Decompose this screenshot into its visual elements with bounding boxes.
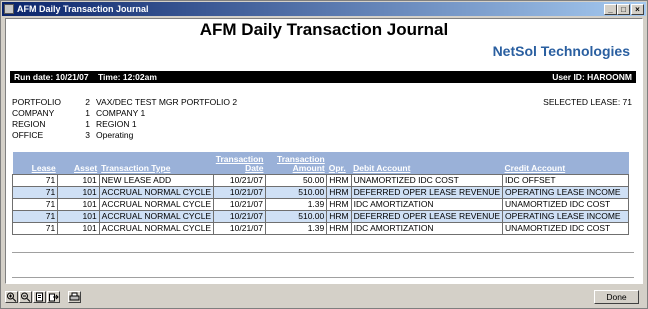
cell-debit-account: UNAMORTIZED IDC COST <box>350 174 504 187</box>
report-title: AFM Daily Transaction Journal <box>199 20 449 39</box>
table-row: 71 101 NEW LEASE ADD 10/21/07 50.00 HRM … <box>11 174 629 187</box>
column-header-transaction-date[interactable]: Transaction Date <box>213 152 266 175</box>
cell-operator: HRM <box>326 210 352 223</box>
done-button[interactable]: Done <box>594 290 639 304</box>
portfolio-label: PORTFOLIO <box>12 97 61 107</box>
cell-transaction-amount: 510.00 <box>264 186 328 199</box>
page-icon[interactable] <box>33 291 46 303</box>
column-header-transaction-amount[interactable]: Transaction Amount <box>265 152 327 175</box>
close-button[interactable]: × <box>631 4 644 15</box>
cell-lease: 71 <box>11 222 59 235</box>
cell-transaction-type: ACCRUAL NORMAL CYCLE <box>98 210 215 223</box>
run-time: Time: 12:02am <box>98 72 157 82</box>
cell-transaction-date: 10/21/07 <box>213 210 266 223</box>
office-value: Operating <box>96 130 134 140</box>
selected-lease: SELECTED LEASE: 71 <box>543 97 632 107</box>
transactions-table: Lease Asset Transaction Type Transaction… <box>11 152 629 235</box>
cell-operator: HRM <box>326 174 352 187</box>
portfolio-number: 2 <box>85 97 90 107</box>
maximize-button[interactable]: □ <box>617 4 630 15</box>
cell-debit-account: DEFERRED OPER LEASE REVENUE <box>350 186 504 199</box>
report-window: AFM Daily Transaction Journal _ □ × AFM … <box>0 0 648 309</box>
column-header-operator[interactable]: Opr. <box>326 152 352 175</box>
bottom-toolbar: Done <box>5 289 645 306</box>
cell-debit-account: IDC AMORTIZATION <box>350 198 504 211</box>
cell-transaction-date: 10/21/07 <box>213 222 266 235</box>
office-row: OFFICE 3 Operating <box>12 130 632 141</box>
region-value: REGION 1 <box>96 119 137 129</box>
user-id: User ID: HAROONM <box>552 72 632 82</box>
divider <box>12 277 634 278</box>
column-header-credit-account[interactable]: Credit Account <box>502 152 629 175</box>
cell-asset: 101 <box>57 210 100 223</box>
cell-transaction-type: NEW LEASE ADD <box>98 174 215 187</box>
cell-operator: HRM <box>326 186 352 199</box>
company-logo: NetSol Technologies <box>492 43 630 59</box>
column-header-lease[interactable]: Lease <box>12 152 58 175</box>
company-value: COMPANY 1 <box>96 108 146 118</box>
zoom-out-icon[interactable] <box>19 291 32 303</box>
cell-transaction-type: ACCRUAL NORMAL CYCLE <box>98 222 215 235</box>
window-title: AFM Daily Transaction Journal <box>17 4 149 14</box>
table-row: 71 101 ACCRUAL NORMAL CYCLE 10/21/07 510… <box>11 210 629 223</box>
report-content: AFM Daily Transaction Journal NetSol Tec… <box>5 18 643 284</box>
print-icon[interactable] <box>68 291 81 303</box>
cell-lease: 71 <box>11 210 59 223</box>
divider <box>12 252 634 253</box>
region-row: REGION 1 REGION 1 <box>12 119 632 130</box>
cell-transaction-date: 10/21/07 <box>213 198 266 211</box>
portfolio-row: PORTFOLIO 2 VAX/DEC TEST MGR PORTFOLIO 2 <box>12 97 632 108</box>
company-number: 1 <box>85 108 90 118</box>
cell-lease: 71 <box>11 198 59 211</box>
region-number: 1 <box>85 119 90 129</box>
column-header-asset[interactable]: Asset <box>57 152 100 175</box>
cell-transaction-type: ACCRUAL NORMAL CYCLE <box>98 198 215 211</box>
cell-transaction-amount: 50.00 <box>264 174 328 187</box>
table-row: 71 101 ACCRUAL NORMAL CYCLE 10/21/07 1.3… <box>11 222 629 235</box>
title-bar[interactable]: AFM Daily Transaction Journal _ □ × <box>2 2 646 16</box>
app-icon <box>4 4 14 14</box>
cell-asset: 101 <box>57 174 100 187</box>
cell-debit-account: IDC AMORTIZATION <box>350 222 504 235</box>
cell-credit-account: OPERATING LEASE INCOME <box>502 186 629 199</box>
cell-credit-account: UNAMORTIZED IDC COST <box>502 198 629 211</box>
office-number: 3 <box>85 130 90 140</box>
table-row: 71 101 ACCRUAL NORMAL CYCLE 10/21/07 1.3… <box>11 198 629 211</box>
portfolio-value: VAX/DEC TEST MGR PORTFOLIO 2 <box>96 97 238 107</box>
cell-lease: 71 <box>11 174 59 187</box>
cell-asset: 101 <box>57 186 100 199</box>
export-icon[interactable] <box>47 291 60 303</box>
cell-credit-account: IDC OFFSET <box>502 174 629 187</box>
cell-transaction-amount: 1.39 <box>264 198 328 211</box>
cell-asset: 101 <box>57 198 100 211</box>
report-parameters: PORTFOLIO 2 VAX/DEC TEST MGR PORTFOLIO 2… <box>12 97 632 141</box>
column-header-debit-account[interactable]: Debit Account <box>351 152 503 175</box>
cell-transaction-type: ACCRUAL NORMAL CYCLE <box>98 186 215 199</box>
cell-operator: HRM <box>326 198 352 211</box>
table-row: 71 101 ACCRUAL NORMAL CYCLE 10/21/07 510… <box>11 186 629 199</box>
cell-credit-account: OPERATING LEASE INCOME <box>502 210 629 223</box>
cell-transaction-amount: 1.39 <box>264 222 328 235</box>
cell-credit-account: UNAMORTIZED IDC COST <box>502 222 629 235</box>
cell-transaction-date: 10/21/07 <box>213 174 266 187</box>
company-label: COMPANY <box>12 108 55 118</box>
minimize-button[interactable]: _ <box>604 4 617 15</box>
cell-asset: 101 <box>57 222 100 235</box>
cell-transaction-amount: 510.00 <box>264 210 328 223</box>
cell-lease: 71 <box>11 186 59 199</box>
run-date: Run date: 10/21/07 <box>14 72 89 82</box>
column-header-transaction-type[interactable]: Transaction Type <box>99 152 214 175</box>
region-label: REGION <box>12 119 46 129</box>
cell-debit-account: DEFERRED OPER LEASE REVENUE <box>350 210 504 223</box>
cell-transaction-date: 10/21/07 <box>213 186 266 199</box>
cell-operator: HRM <box>326 222 352 235</box>
office-label: OFFICE <box>12 130 44 140</box>
company-row: COMPANY 1 COMPANY 1 <box>12 108 632 119</box>
run-info-bar: Run date: 10/21/07 Time: 12:02am User ID… <box>10 71 636 83</box>
table-header-row: Lease Asset Transaction Type Transaction… <box>12 152 629 175</box>
zoom-in-icon[interactable] <box>5 291 18 303</box>
